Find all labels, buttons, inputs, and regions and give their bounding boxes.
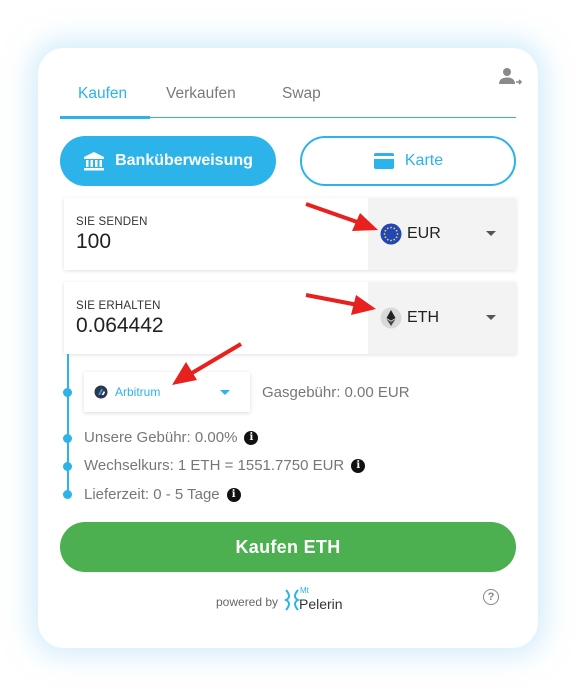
exchange-rate-row: Wechselkurs: 1 ETH = 1551.7750 EUR i [84,457,366,474]
chevron-down-icon [486,315,496,320]
buy-button[interactable]: Kaufen ETH [60,522,516,572]
send-amount-field: SIE SENDEN 100 EUR [64,198,516,270]
info-icon[interactable]: i [351,458,366,473]
delivery-time-text: Lieferzeit: 0 - 5 Tage [84,486,220,503]
arbitrum-icon [94,385,108,399]
euro-flag-icon [380,223,402,245]
exchange-rate-text: Wechselkurs: 1 ETH = 1551.7750 EUR [84,457,345,474]
bank-transfer-label: Banküberweisung [115,152,253,169]
ethereum-icon [380,307,402,329]
timeline-dot [63,434,72,443]
bank-icon [84,152,105,171]
brand-mt: Mt [300,586,309,595]
help-icon[interactable]: ? [483,589,499,605]
send-currency-code: EUR [407,225,441,242]
receive-label: SIE ERHALTEN [76,300,161,312]
timeline-dot [63,388,72,397]
timeline-dot [63,490,72,499]
bank-transfer-button[interactable]: Banküberweisung [60,136,276,186]
delivery-time-row: Lieferzeit: 0 - 5 Tage i [84,486,241,503]
chevron-down-icon [486,231,496,236]
info-icon[interactable]: i [244,430,259,445]
fee-text: Unsere Gebühr: 0.00% [84,429,238,446]
send-label: SIE SENDEN [76,216,148,228]
tab-verkaufen[interactable]: Verkaufen [166,85,236,103]
user-transfer-icon[interactable] [499,67,523,87]
info-icon[interactable]: i [226,487,241,502]
brand-name: Pelerin [299,596,343,612]
details-timeline [67,354,69,498]
network-name: Arbitrum [115,385,161,399]
card-payment-label: Karte [404,152,444,169]
gas-fee-text: Gasgebühr: 0.00 EUR [262,384,410,401]
receive-amount-value: 0.064442 [76,314,164,337]
powered-by-text: powered by [216,595,279,609]
active-tab-indicator [60,116,150,119]
tab-kaufen[interactable]: Kaufen [78,85,127,103]
receive-amount-field: SIE ERHALTEN 0.064442 ETH [64,282,516,354]
receive-currency-select[interactable]: ETH [368,282,516,354]
card-payment-button[interactable]: Karte [300,136,516,186]
receive-currency-code: ETH [407,309,439,326]
network-select[interactable]: Arbitrum [84,372,250,412]
chevron-down-icon [220,390,230,395]
tab-swap[interactable]: Swap [282,85,321,103]
timeline-dot [63,462,72,471]
credit-card-icon [373,153,394,169]
fee-row: Unsere Gebühr: 0.00% i [84,429,259,446]
send-amount-input[interactable]: 100 [76,230,111,254]
send-currency-select[interactable]: EUR [368,198,516,270]
